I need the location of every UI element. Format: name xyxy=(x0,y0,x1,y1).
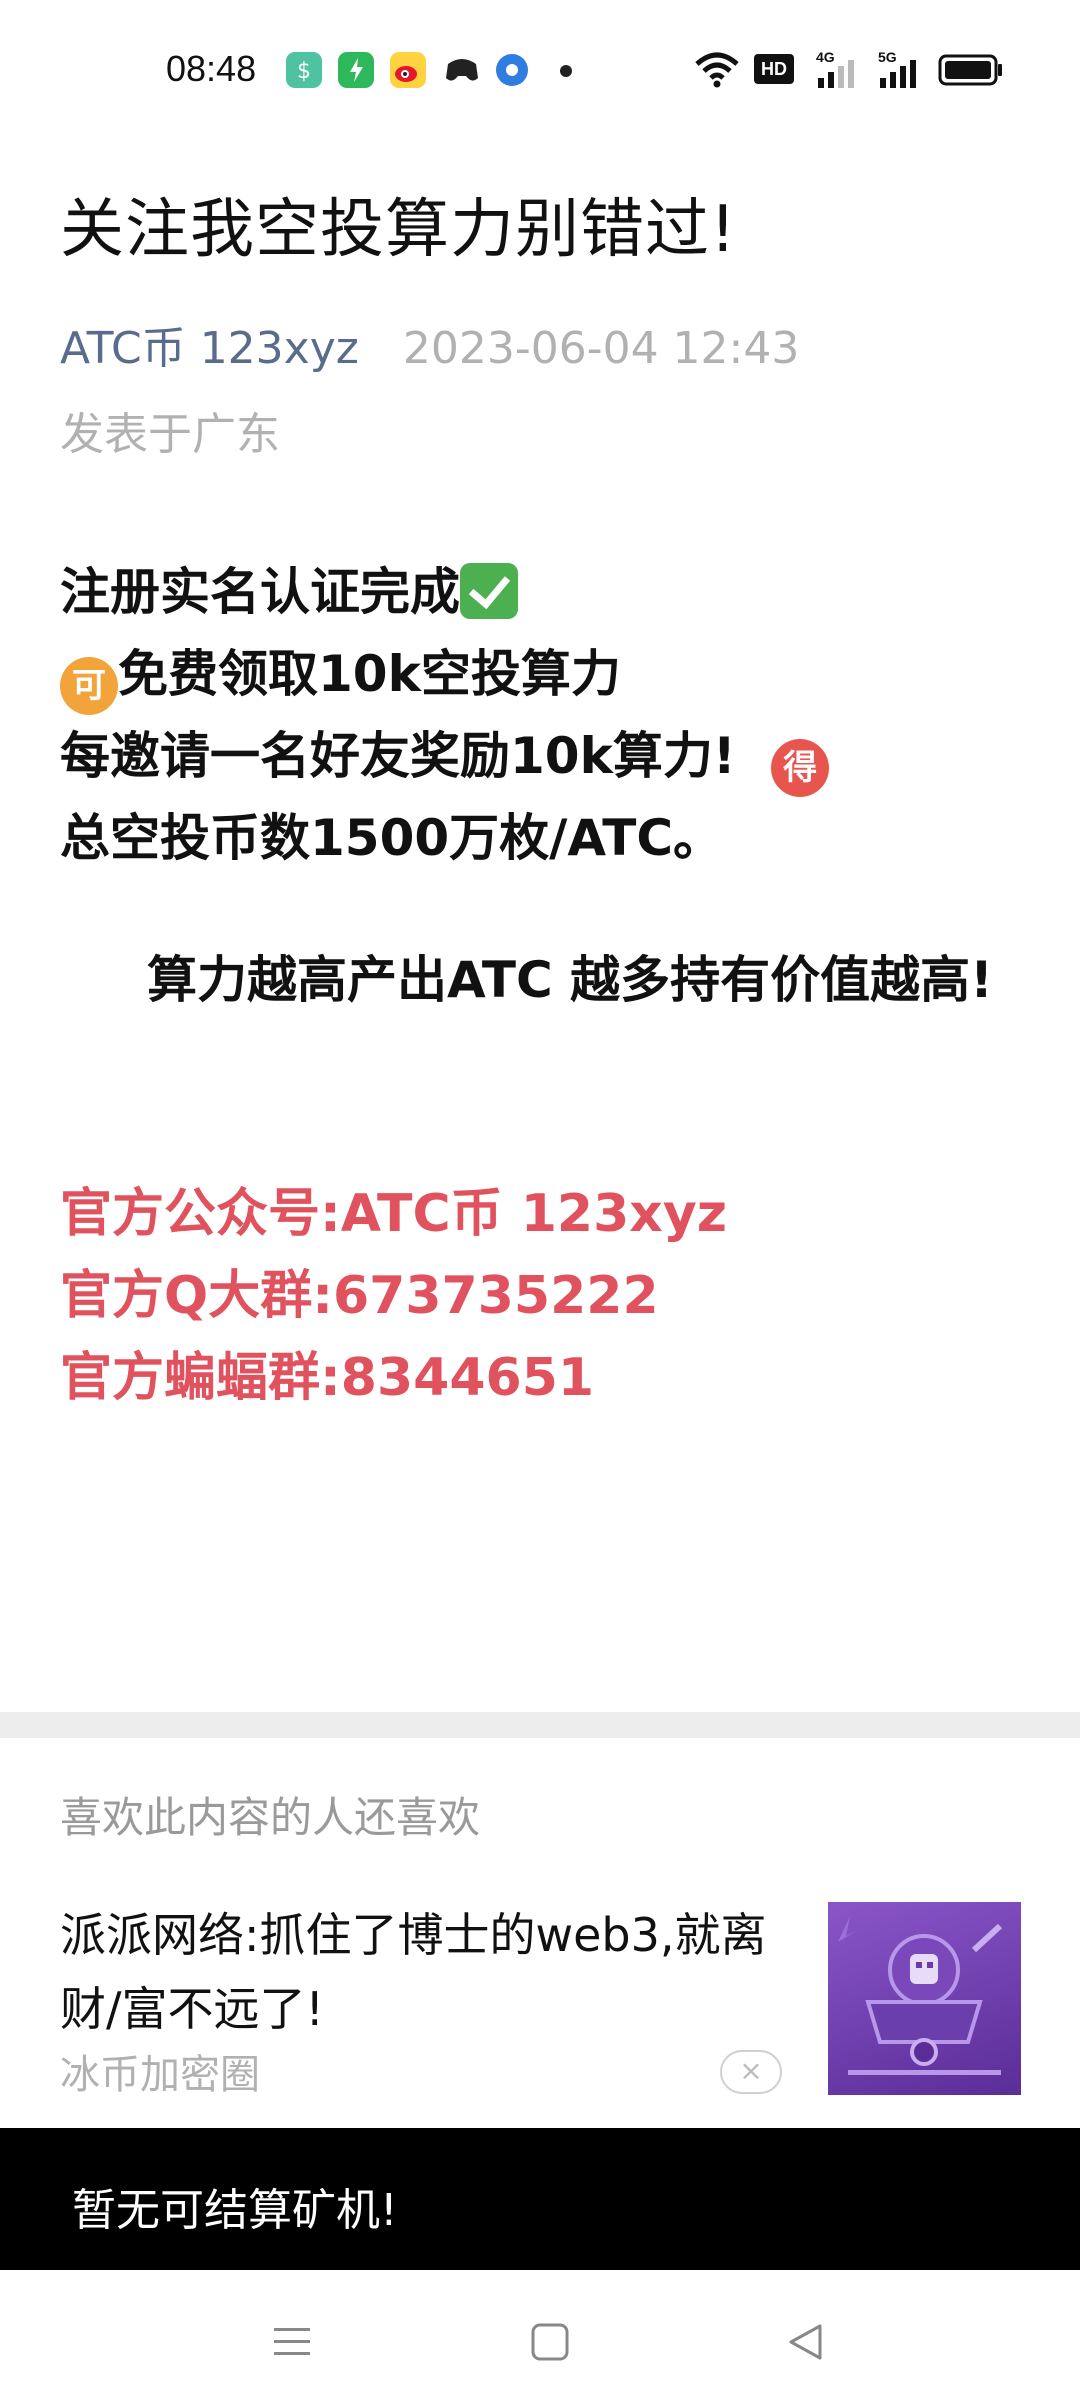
article-title: 关注我空投算力别错过! xyxy=(60,193,737,267)
signal-5g-icon: 5G xyxy=(876,48,922,94)
contact-line-qq: 官方Q大群:673735222 xyxy=(60,1266,659,1326)
ke-emoji-icon: 可 xyxy=(60,657,118,715)
game-app-icon xyxy=(442,54,482,86)
body-line: 注册实名认证完成 xyxy=(60,562,993,644)
recommend-thumbnail[interactable] xyxy=(828,1902,1021,2095)
mining-cart-icon xyxy=(838,1916,1003,2075)
publish-date: 2023-06-04 12:43 xyxy=(402,323,800,374)
menu-icon[interactable] xyxy=(272,2322,312,2366)
contact-line-bat: 官方蝙蝠群:8344651 xyxy=(60,1348,595,1408)
body-line: 算力越高产出ATC 越多持有价值越高! xyxy=(129,951,993,1009)
body-line: 总空投币数1500万枚/ATC。 xyxy=(60,809,724,867)
recommend-item-title[interactable]: 派派网络:抓住了博士的web3,就离财/富不远了! xyxy=(60,1898,780,2046)
green-power-app-icon xyxy=(338,52,374,88)
notification-dot xyxy=(560,65,572,77)
home-square-icon[interactable] xyxy=(530,2322,570,2366)
hd-icon: HD xyxy=(754,54,794,84)
author-link[interactable]: ATC币 123xyz xyxy=(60,323,359,374)
money-app-icon: $ xyxy=(286,52,322,88)
body-line: 可免费领取10k空投算力 xyxy=(60,644,993,726)
system-navigation-bar xyxy=(0,2270,1080,2400)
svg-text:4G: 4G xyxy=(816,49,835,65)
status-bar: 08:48 $ HD 4G 5G xyxy=(0,0,1080,140)
de-emoji-icon: 得 xyxy=(771,739,830,797)
recommend-header: 喜欢此内容的人还喜欢 xyxy=(60,1793,481,1842)
signal-4g-icon: 4G xyxy=(814,48,860,94)
check-mark-icon xyxy=(460,563,518,619)
official-contacts: 官方公众号:ATC币 123xyz 官方Q大群:673735222 官方蝙蝠群:… xyxy=(60,1184,727,1430)
dismiss-button[interactable]: × xyxy=(720,2050,782,2094)
blue-circle-app-icon xyxy=(496,54,528,86)
recommend-item-source: 冰币加密圈 xyxy=(60,2052,260,2098)
status-time: 08:48 xyxy=(166,48,257,89)
svg-text:5G: 5G xyxy=(878,49,897,65)
toast-message: 暂无可结算矿机! xyxy=(0,2128,1080,2270)
body-line: 每邀请一名好友奖励10k算力! 得 xyxy=(60,726,993,808)
back-triangle-icon[interactable] xyxy=(786,2322,826,2366)
section-divider xyxy=(0,1712,1080,1738)
wifi-icon xyxy=(694,50,740,92)
svg-text:$: $ xyxy=(297,59,311,84)
publish-location: 发表于广东 xyxy=(60,409,280,460)
contact-line-wechat: 官方公众号:ATC币 123xyz xyxy=(60,1184,727,1244)
article-body: 注册实名认证完成 可免费领取10k空投算力 每邀请一名好友奖励10k算力! 得 … xyxy=(60,562,993,1009)
weibo-icon xyxy=(390,52,426,88)
article-meta: ATC币 123xyz 2023-06-04 12:43 xyxy=(60,312,799,376)
toast-text: 暂无可结算矿机! xyxy=(72,2185,398,2236)
battery-icon xyxy=(938,54,1004,90)
